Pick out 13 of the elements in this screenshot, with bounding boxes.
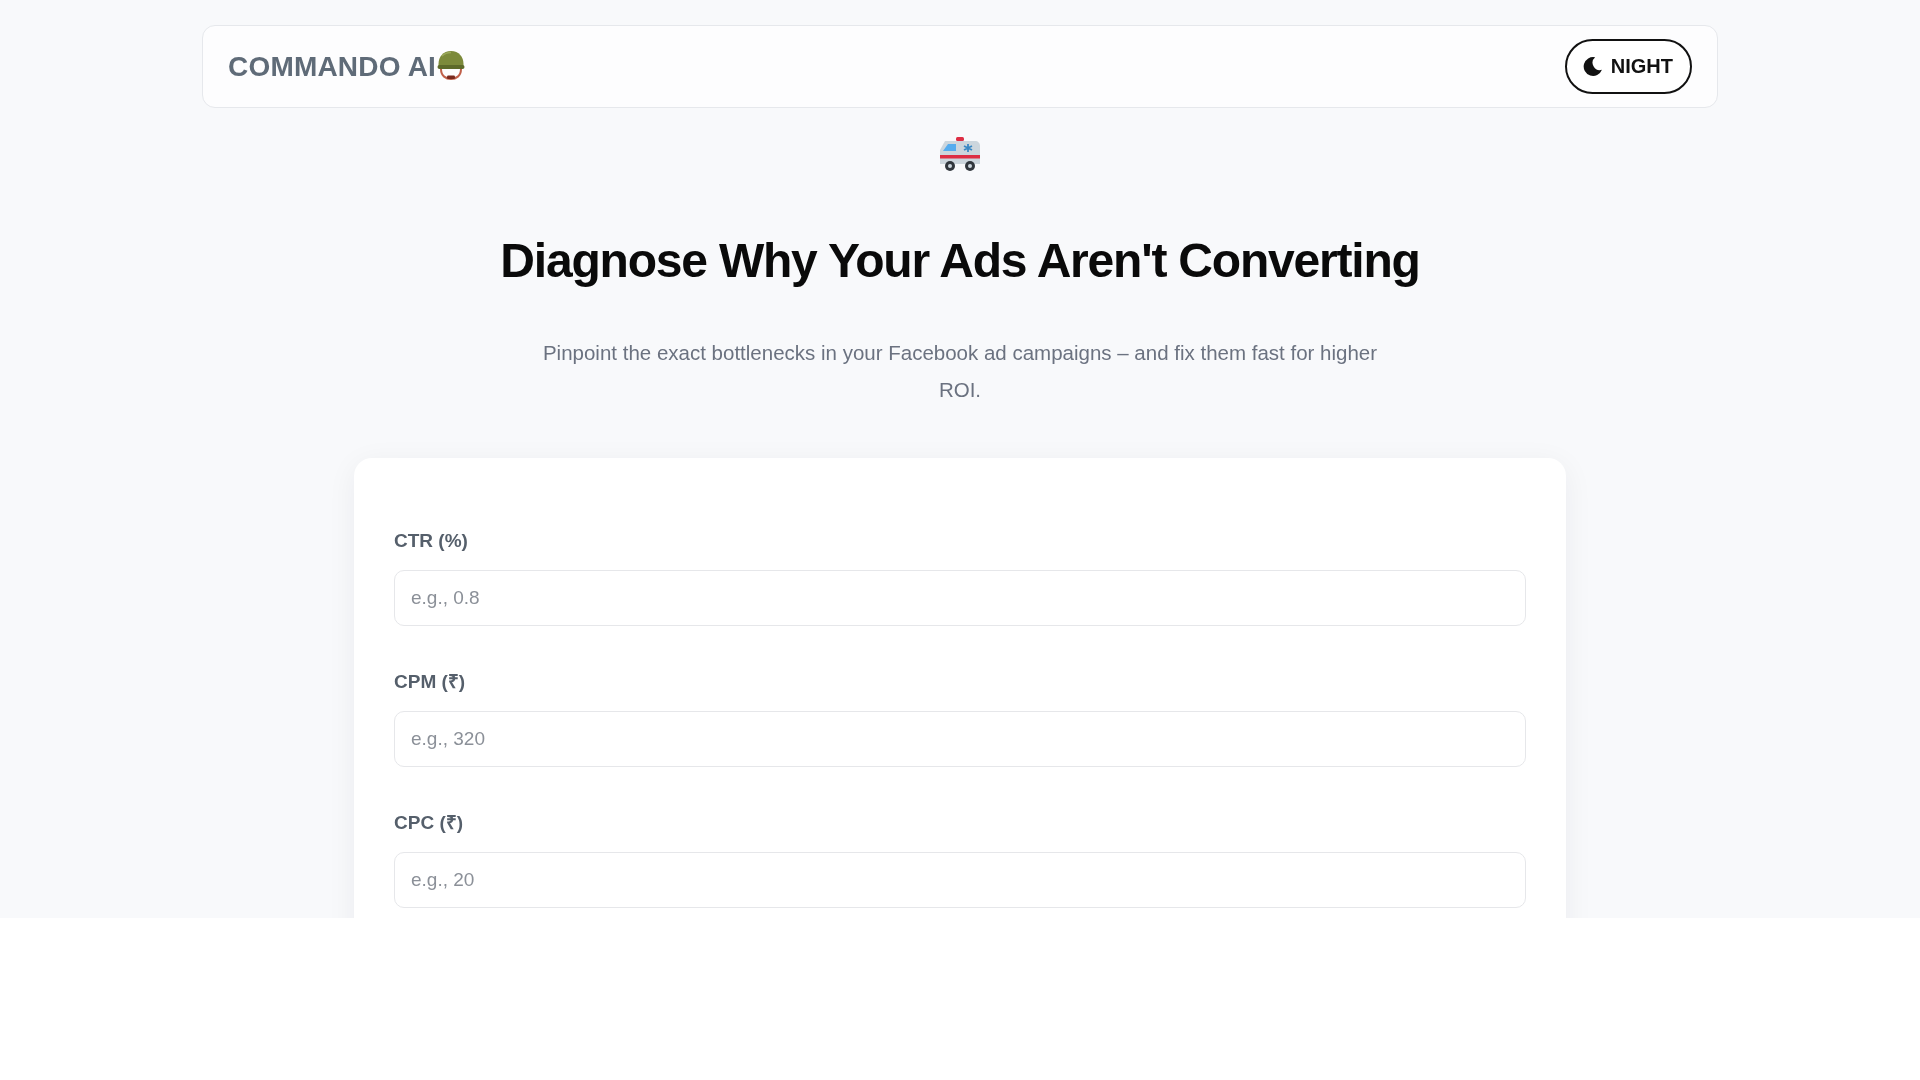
moon-icon	[1581, 56, 1603, 77]
page-subtitle: Pinpoint the exact bottlenecks in your Facebook ad campaigns – and fix them fast for higher ROI.	[541, 340, 1379, 403]
ambulance-icon	[939, 136, 981, 174]
input-field[interactable]: e.g., 320	[394, 711, 1526, 767]
logo-text: COMMANDO AI	[228, 50, 437, 83]
night-mode-button[interactable]: NIGHT	[1564, 39, 1692, 94]
page-title: Diagnose Why Your Ads Aren't Converting	[500, 233, 1420, 289]
input-field[interactable]: e.g., 0.8	[394, 570, 1526, 626]
field-label: CTR (%)	[394, 529, 468, 553]
helmet-icon	[437, 49, 466, 80]
field-label: CPM (₹)	[394, 670, 466, 694]
input-field[interactable]: e.g., 20	[394, 852, 1526, 908]
field-label: CPC (₹)	[394, 811, 464, 835]
